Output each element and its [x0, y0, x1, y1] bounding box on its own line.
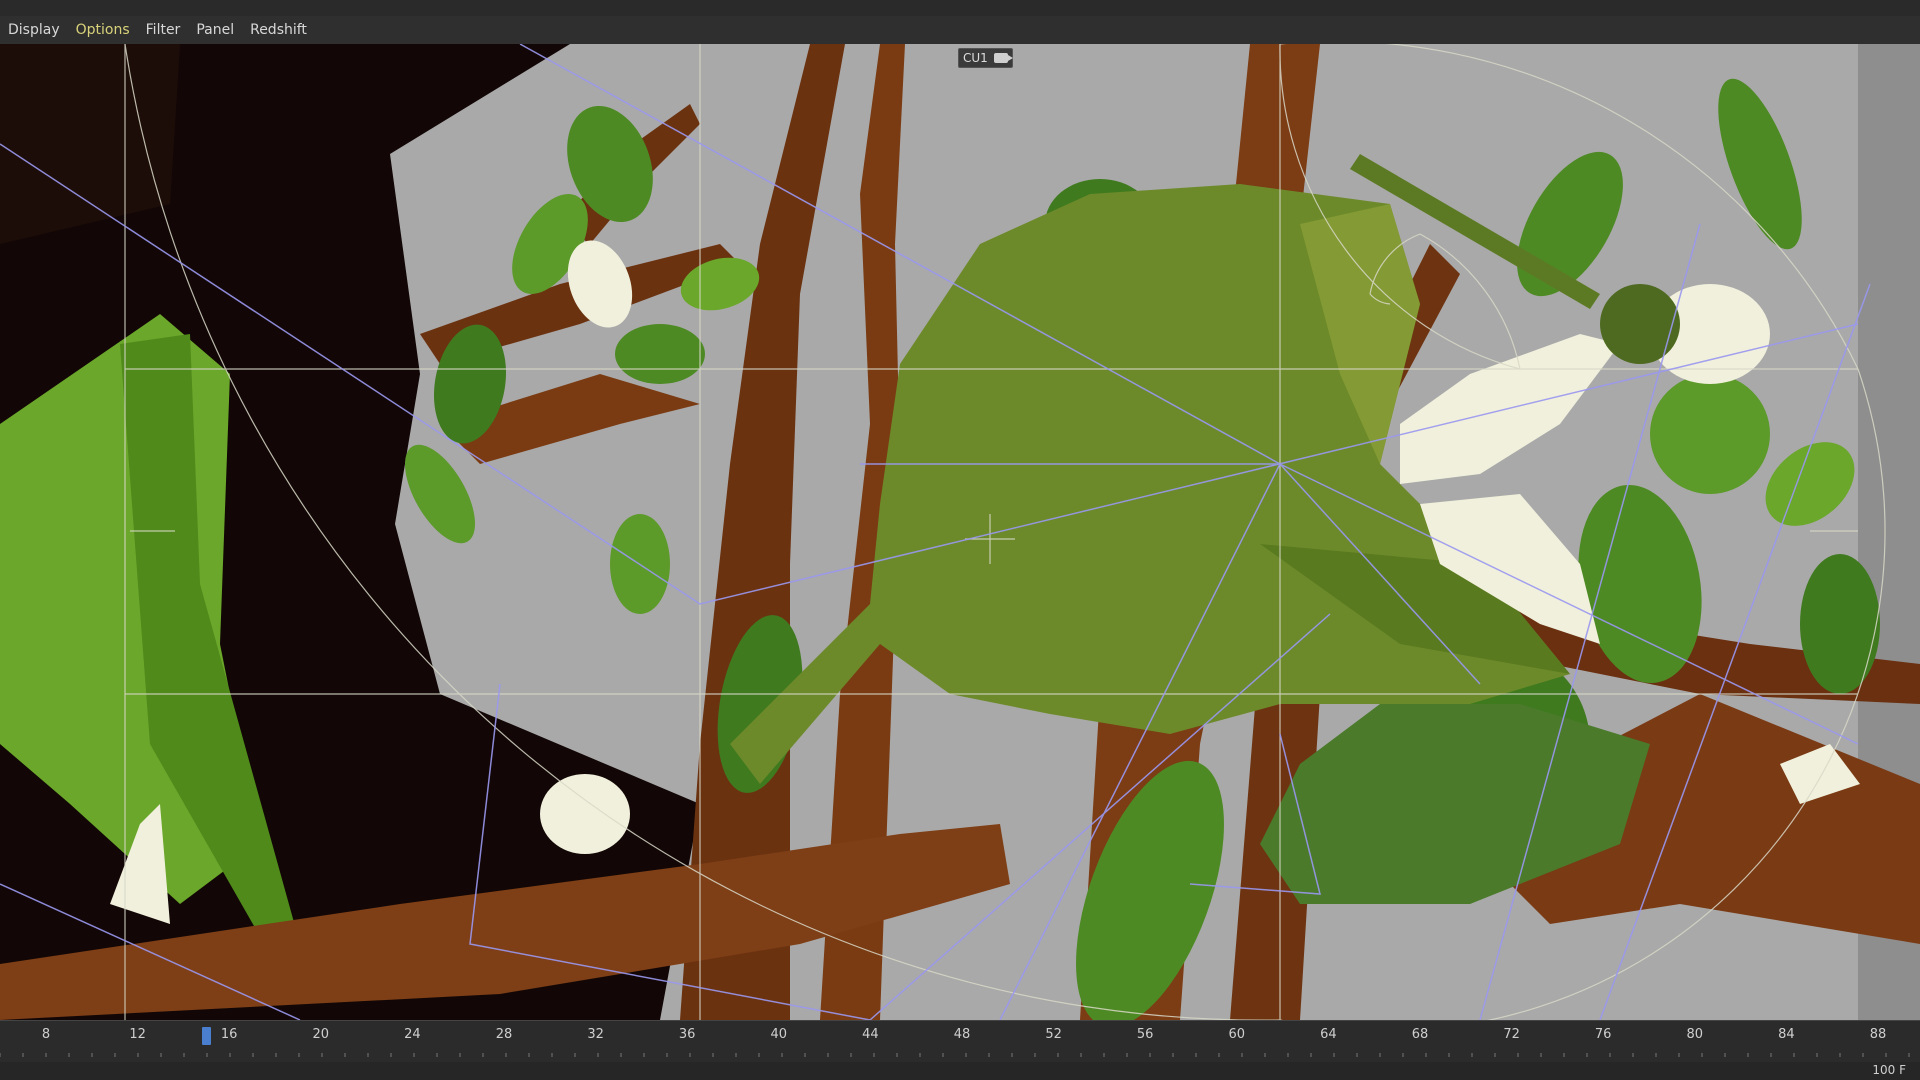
end-frame-label: 100 F: [1872, 1063, 1906, 1077]
viewport-render: [0, 44, 1920, 1020]
timeline-tick-labels: 8 12 16 20 24 28 32 36 40 44 48 52 56 60 64 68 72 76 80 84 8…: [0, 1027, 1920, 1045]
timeline-tick-label: 28: [495, 1027, 513, 1042]
timeline-ruler: [0, 1053, 1910, 1057]
timeline-tick-label: 80: [1686, 1027, 1704, 1042]
timeline-tick-label: 84: [1778, 1027, 1795, 1042]
timeline-tick-label: 24: [404, 1027, 421, 1042]
timeline-tick-label: 48: [953, 1027, 971, 1042]
menu-display[interactable]: Display: [0, 16, 68, 44]
timeline-tick-label: 52: [1045, 1027, 1062, 1042]
timeline-tick-label: 64: [1320, 1027, 1337, 1042]
timeline-tick-label: 44: [862, 1027, 879, 1042]
timeline-tick-label: 60: [1228, 1027, 1246, 1042]
timeline[interactable]: 8 12 16 20 24 28 32 36 40 44 48 52 56 60 64 68 72 76 80 84 8…: [0, 1020, 1920, 1063]
timeline-tick-label: 40: [770, 1027, 788, 1042]
timeline-tick-label: 88: [1869, 1027, 1887, 1042]
timeline-tick-label: 16: [220, 1027, 238, 1042]
timeline-tick-label: 32: [587, 1027, 604, 1042]
timeline-tick-label: 76: [1594, 1027, 1612, 1042]
3d-viewport[interactable]: CU1: [0, 44, 1920, 1020]
status-bar: 100 F: [0, 1062, 1920, 1080]
camera-label-badge[interactable]: CU1: [958, 48, 1013, 68]
menu-panel[interactable]: Panel: [188, 16, 242, 44]
window-top-strip: [0, 0, 1920, 17]
menu-options[interactable]: Options: [68, 16, 138, 44]
timeline-tick-label: 36: [678, 1027, 696, 1042]
timeline-tick-label: 56: [1136, 1027, 1154, 1042]
timeline-tick-label: 12: [129, 1027, 146, 1042]
camera-icon: [993, 53, 1013, 63]
timeline-playhead[interactable]: [202, 1027, 211, 1045]
menu-filter[interactable]: Filter: [138, 16, 189, 44]
timeline-tick-label: 68: [1411, 1027, 1429, 1042]
menu-redshift[interactable]: Redshift: [242, 16, 315, 44]
viewport-menubar: Display Options Filter Panel Redshift: [0, 16, 1920, 44]
camera-name: CU1: [963, 51, 988, 65]
timeline-tick-label: 8: [41, 1027, 51, 1042]
timeline-tick-label: 72: [1503, 1027, 1520, 1042]
timeline-tick-label: 20: [312, 1027, 330, 1042]
